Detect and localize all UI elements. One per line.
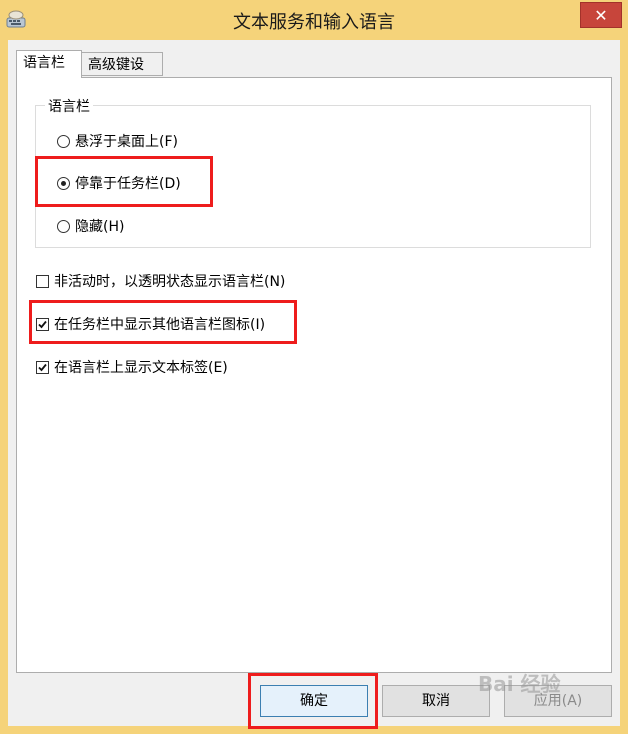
- cancel-button[interactable]: 取消: [382, 685, 490, 717]
- checkbox-label: 非活动时，以透明状态显示语言栏(N): [54, 274, 286, 290]
- checkbox[interactable]: [36, 274, 49, 288]
- watermark-logo: Bai 经验: [478, 672, 561, 696]
- radio-label: 悬浮于桌面上(F): [75, 134, 178, 150]
- radio-float-on-desktop[interactable]: 悬浮于桌面上(F): [57, 131, 178, 151]
- title-bar[interactable]: 文本服务和输入语言 ✕: [0, 0, 628, 40]
- highlight-box: [248, 673, 378, 729]
- dialog-window: 文本服务和输入语言 ✕ 语言栏 高级键设置 语言栏 悬浮于桌面上(F) 停靠于任…: [0, 0, 628, 734]
- highlight-box: [29, 300, 297, 344]
- checkmark-icon: [38, 363, 47, 371]
- checkbox-checked[interactable]: [36, 360, 49, 374]
- highlight-box: [35, 156, 213, 207]
- checkbox-show-text-labels[interactable]: 在语言栏上显示文本标签(E): [36, 357, 228, 377]
- checkbox-transparent-when-inactive[interactable]: 非活动时，以透明状态显示语言栏(N): [36, 271, 285, 291]
- tab-language-bar[interactable]: 语言栏: [16, 50, 82, 78]
- tab-advanced-key-settings[interactable]: 高级键设置: [81, 52, 163, 97]
- close-icon: ✕: [594, 6, 608, 25]
- groupbox-legend: 语言栏: [45, 96, 93, 116]
- radio-label: 隐藏(H): [75, 219, 125, 235]
- radio-button[interactable]: [57, 219, 70, 233]
- dialog-client-area: 语言栏 高级键设置 语言栏 悬浮于桌面上(F) 停靠于任务栏(D) 隐藏(H) …: [8, 40, 620, 726]
- close-button[interactable]: ✕: [580, 2, 622, 28]
- window-title: 文本服务和输入语言: [233, 12, 395, 33]
- tab-panel: 语言栏 悬浮于桌面上(F) 停靠于任务栏(D) 隐藏(H) 非活动时，以透明状态…: [16, 77, 612, 673]
- checkbox-label: 在语言栏上显示文本标签(E): [54, 360, 228, 376]
- radio-hidden[interactable]: 隐藏(H): [57, 216, 124, 236]
- radio-button[interactable]: [57, 134, 70, 148]
